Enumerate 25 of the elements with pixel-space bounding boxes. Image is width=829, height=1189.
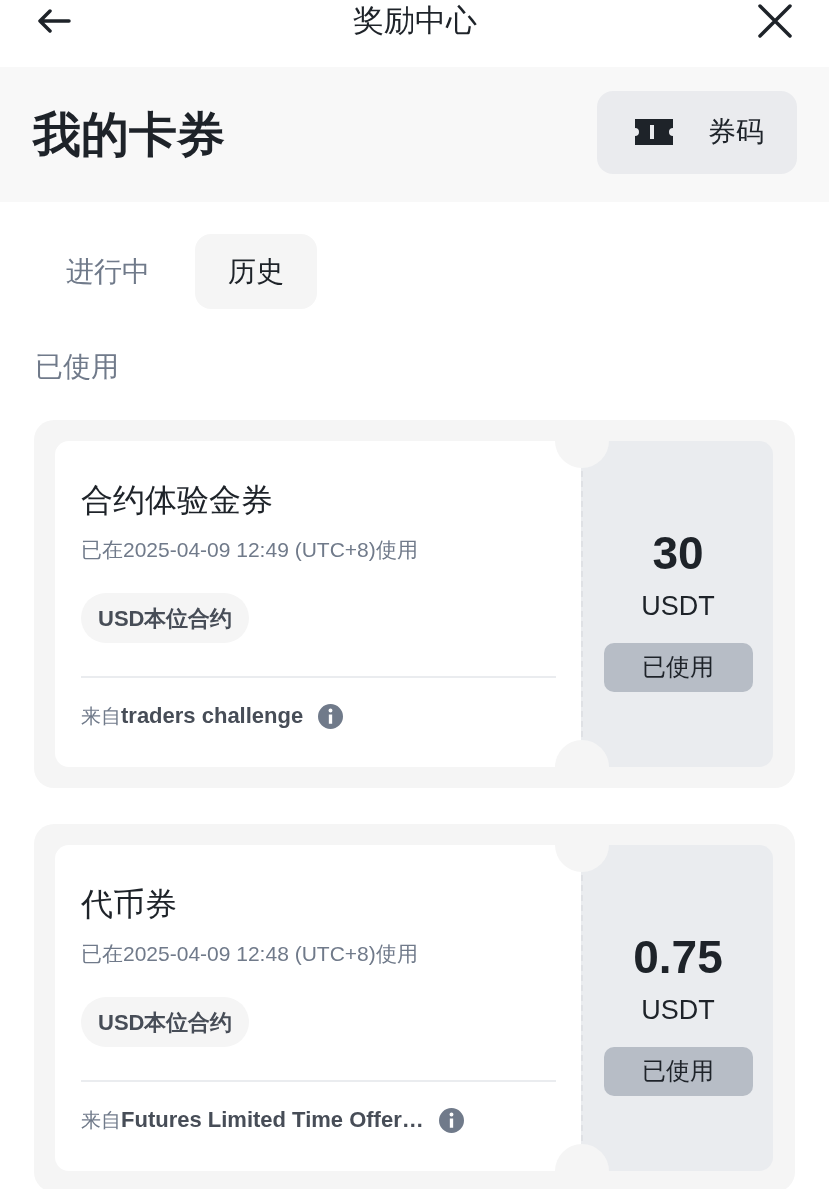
amount-unit: USDT <box>641 993 715 1026</box>
tab[interactable]: 历史 <box>195 234 317 309</box>
voucher-code-button[interactable]: 券码 <box>597 90 797 174</box>
tab[interactable]: 进行中 <box>33 234 183 309</box>
close-icon <box>758 4 792 38</box>
voucher-source: 来自Futures Limited Time Offer… <box>81 1106 424 1134</box>
close-button[interactable] <box>757 3 793 39</box>
info-icon[interactable] <box>318 703 344 729</box>
back-arrow-icon <box>37 9 71 33</box>
section-heading: 我的卡券 <box>33 106 225 163</box>
voucher-title: 合约体验金券 <box>81 481 273 520</box>
voucher-amount: 0.75 <box>633 930 723 983</box>
voucher-tag: USD本位合约 <box>81 997 250 1047</box>
voucher-tag: USD本位合约 <box>81 593 250 643</box>
amount-unit: USDT <box>641 589 715 622</box>
voucher-amount: 30 <box>652 526 704 579</box>
usage-time: 已在2025-04-09 12:48 (UTC+8)使用 <box>81 941 418 967</box>
ticket-icon <box>635 119 673 145</box>
usage-time: 已在2025-04-09 12:49 (UTC+8)使用 <box>81 537 418 563</box>
voucher-title: 代币券 <box>81 885 177 924</box>
back-button[interactable] <box>36 6 72 36</box>
page-title: 奖励中心 <box>352 2 477 40</box>
voucher-source: 来自traders challenge <box>81 702 304 730</box>
info-icon[interactable] <box>438 1107 464 1133</box>
section-label: 已使用 <box>35 350 119 384</box>
